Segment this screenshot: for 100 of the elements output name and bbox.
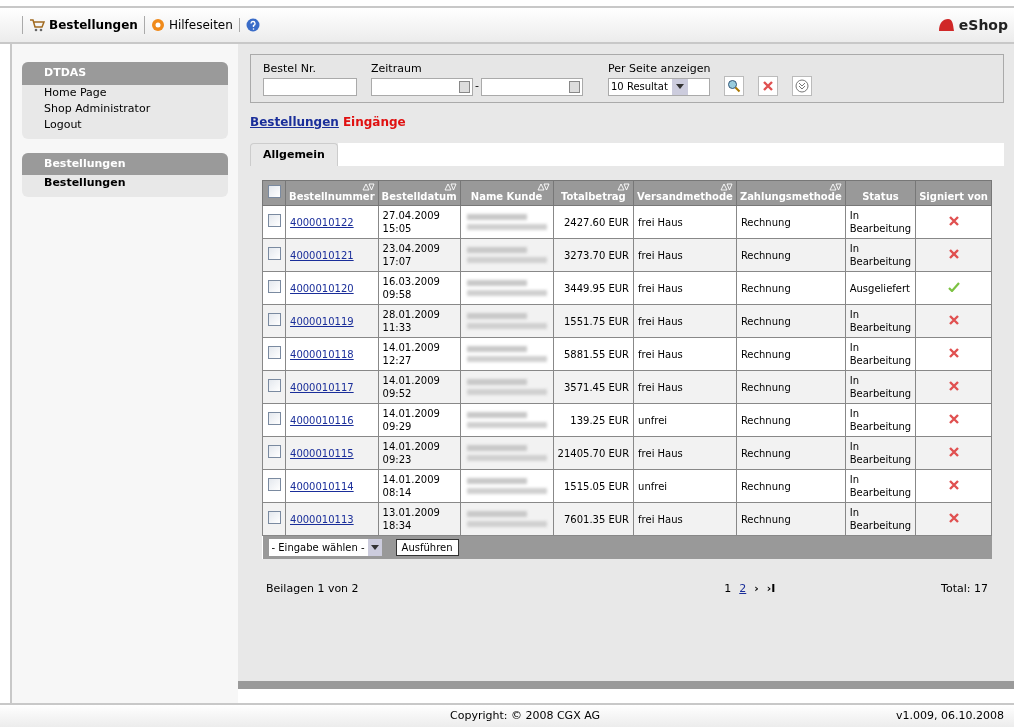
page-link[interactable]: 2 — [739, 581, 747, 598]
last-page-link[interactable]: ›I — [766, 581, 776, 598]
checkbox[interactable] — [267, 510, 281, 524]
date-text: 16.03.2009 — [382, 275, 441, 288]
table-cell: frei Haus — [633, 304, 737, 338]
sidebar-item[interactable]: Bestellungen — [22, 175, 228, 191]
toolbar-link[interactable]: Hilfeseiten — [168, 16, 233, 34]
cross-icon — [948, 347, 959, 358]
table-cell: frei Haus — [633, 271, 737, 305]
sort-icon[interactable] — [617, 183, 631, 191]
clear-button[interactable] — [758, 75, 779, 96]
table-cell: unfrei — [633, 403, 737, 437]
sidebar-item[interactable]: Logout — [22, 116, 228, 133]
table-cell: Rechnung — [736, 436, 846, 470]
amount-cell: 139.25 EUR — [553, 403, 634, 437]
status-cell: In Bearbeitung — [845, 238, 916, 272]
time-text: 12:27 — [382, 354, 413, 367]
amount-cell: 1515.05 EUR — [553, 469, 634, 503]
table-cell: Rechnung — [736, 469, 846, 503]
checkbox[interactable] — [267, 184, 281, 198]
order-number-field[interactable] — [263, 77, 357, 96]
checkbox[interactable] — [267, 312, 281, 326]
status-cell: In Bearbeitung — [845, 403, 916, 437]
time-text: 17:07 — [382, 255, 413, 268]
action-select[interactable]: - Eingabe wählen - — [268, 539, 382, 556]
table-cell: frei Haus — [633, 436, 737, 470]
date-text: 14.01.2009 — [382, 440, 441, 453]
copyright-text: Copyright: © 2008 CGX AG — [450, 707, 601, 724]
sidebar-item[interactable]: Shop Administrator — [22, 100, 228, 117]
table-cell: frei Haus — [633, 370, 737, 404]
date-text: 14.01.2009 — [382, 374, 441, 387]
checkbox[interactable] — [267, 279, 281, 293]
cross-icon — [948, 215, 959, 226]
orders-link[interactable]: Bestellungen — [250, 112, 339, 131]
checkbox[interactable] — [267, 345, 281, 359]
close-icon — [763, 80, 774, 91]
incoming-link[interactable]: Eingänge — [342, 112, 406, 131]
status-cell: In Bearbeitung — [845, 436, 916, 470]
checkbox[interactable] — [267, 246, 281, 260]
range-separator: - — [475, 78, 479, 95]
cross-icon — [948, 512, 959, 523]
expand-button[interactable] — [792, 75, 813, 96]
status-cell: In Bearbeitung — [845, 469, 916, 503]
amount-cell: 2427.60 EUR — [553, 205, 634, 239]
table-cell: Rechnung — [736, 205, 846, 239]
time-text: 08:14 — [382, 486, 413, 499]
table-cell: Rechnung — [736, 238, 846, 272]
cross-icon — [948, 446, 959, 457]
table-cell: frei Haus — [633, 502, 737, 536]
time-text: 09:52 — [382, 387, 413, 400]
table-cell: Rechnung — [736, 304, 846, 338]
per-page-select[interactable]: 10 Resultat — [608, 77, 711, 96]
date-text: 28.01.2009 — [382, 308, 441, 321]
execute-button[interactable]: Ausführen — [395, 539, 459, 556]
checkbox[interactable] — [267, 378, 281, 392]
date-text: 14.01.2009 — [382, 341, 441, 354]
checkbox[interactable] — [267, 213, 281, 227]
date-text: 13.01.2009 — [382, 506, 441, 519]
sort-icon[interactable] — [719, 183, 733, 191]
amount-cell: 3273.70 EUR — [553, 238, 634, 272]
status-cell: In Bearbeitung — [845, 304, 916, 338]
field-label: Bestel Nr. — [263, 61, 317, 77]
checkbox[interactable] — [267, 477, 281, 491]
checkbox[interactable] — [267, 444, 281, 458]
time-text: 18:34 — [382, 519, 413, 532]
date-field[interactable] — [371, 77, 473, 96]
field-label: Per Seite anzeigen — [608, 61, 711, 77]
amount-cell: 7601.35 EUR — [553, 502, 634, 536]
amount-cell: 3449.95 EUR — [553, 271, 634, 305]
sort-icon[interactable] — [536, 183, 550, 191]
page-info: Beilagen 1 von 2 — [266, 581, 359, 597]
status-cell: In Bearbeitung — [845, 370, 916, 404]
table-cell: Rechnung — [736, 403, 846, 437]
date-text: 27.04.2009 — [382, 209, 441, 222]
time-text: 11:33 — [382, 321, 413, 334]
next-page-link[interactable]: › — [754, 581, 759, 598]
cross-icon — [948, 248, 959, 259]
cart-icon — [29, 18, 45, 32]
sidebar-item[interactable]: Home Page — [22, 84, 228, 101]
help-icon[interactable] — [245, 18, 260, 32]
date-field[interactable] — [481, 77, 583, 96]
cross-icon — [948, 479, 959, 490]
toolbar-link[interactable]: Bestellungen — [49, 16, 138, 34]
amount-cell: 3571.45 EUR — [553, 370, 634, 404]
search-button[interactable] — [724, 75, 745, 96]
panel-title: DTDAS — [22, 62, 228, 85]
sort-icon[interactable] — [361, 183, 375, 191]
table-cell: Rechnung — [736, 502, 846, 536]
sort-icon[interactable] — [828, 183, 842, 191]
page-link[interactable]: 1 — [724, 581, 732, 598]
checkbox[interactable] — [267, 411, 281, 425]
time-text: 09:23 — [382, 453, 413, 466]
status-cell: In Bearbeitung — [845, 502, 916, 536]
amount-cell: 5881.55 EUR — [553, 337, 634, 371]
date-text: 14.01.2009 — [382, 473, 441, 486]
total-count: Total: 17 — [941, 581, 988, 597]
hat-logo-icon — [936, 17, 955, 33]
sort-icon[interactable] — [443, 183, 457, 191]
tab[interactable]: Allgemein — [250, 142, 338, 166]
cross-icon — [948, 314, 959, 325]
